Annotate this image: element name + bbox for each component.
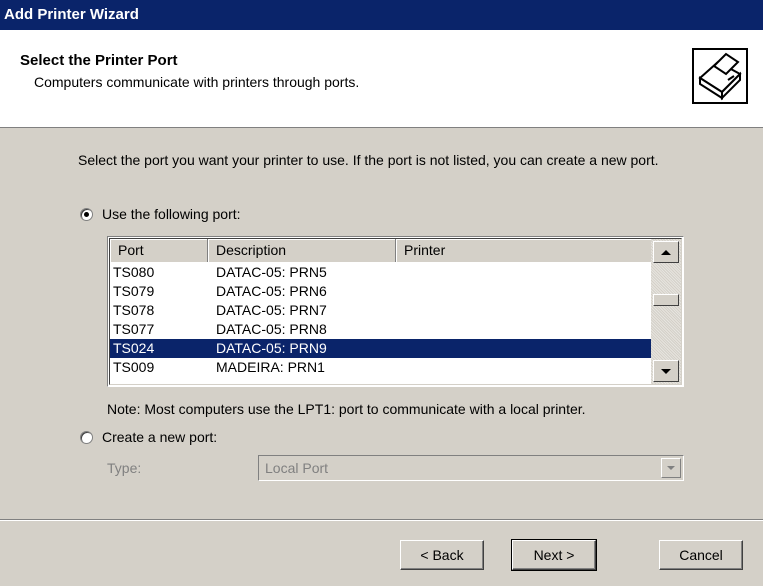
port-cell: TS080 bbox=[113, 264, 155, 280]
column-header-description[interactable]: Description bbox=[208, 239, 396, 262]
title-bar: Add Printer Wizard bbox=[0, 0, 763, 30]
description-cell: DATAC-05: PRN5 bbox=[216, 264, 327, 280]
printer-cell bbox=[396, 358, 652, 377]
printer-cell bbox=[396, 301, 652, 320]
table-row[interactable]: TS080 DATAC-05: PRN5 bbox=[110, 263, 652, 282]
use-port-radio[interactable] bbox=[80, 207, 93, 221]
back-button[interactable]: < Back bbox=[400, 540, 484, 570]
port-list-header: Port Description Printer bbox=[110, 239, 652, 262]
printer-cell bbox=[396, 263, 652, 282]
port-type-select[interactable]: Local Port bbox=[258, 455, 684, 481]
port-list-rows: TS080 DATAC-05: PRN5 TS079 DATAC-05: PRN… bbox=[110, 263, 652, 377]
dropdown-button[interactable] bbox=[661, 458, 681, 478]
port-type-value: Local Port bbox=[265, 460, 329, 476]
printer-cell bbox=[396, 282, 652, 301]
use-following-port-option[interactable]: Use the following port: bbox=[80, 206, 241, 222]
table-row[interactable]: TS009 MADEIRA: PRN1 bbox=[110, 358, 652, 377]
printer-icon bbox=[692, 48, 748, 104]
table-row[interactable]: TS079 DATAC-05: PRN6 bbox=[110, 282, 652, 301]
next-button[interactable]: Next > bbox=[511, 539, 597, 571]
arrow-down-icon bbox=[661, 368, 671, 374]
port-cell: TS079 bbox=[113, 283, 155, 299]
description-cell: DATAC-05: PRN6 bbox=[216, 283, 327, 299]
table-row-selected[interactable]: TS024 DATAC-05: PRN9 bbox=[110, 339, 652, 358]
page-subtitle: Computers communicate with printers thro… bbox=[34, 74, 360, 90]
create-port-label[interactable]: Create a new port: bbox=[102, 429, 217, 445]
scrollbar-thumb[interactable] bbox=[653, 294, 679, 306]
wizard-content: Select the port you want your printer to… bbox=[0, 129, 763, 507]
description-cell: DATAC-05: PRN9 bbox=[216, 340, 327, 356]
use-port-label[interactable]: Use the following port: bbox=[102, 206, 241, 222]
scroll-up-button[interactable] bbox=[653, 241, 679, 263]
column-header-port[interactable]: Port bbox=[110, 239, 208, 262]
port-cell: TS024 bbox=[113, 340, 155, 356]
port-cell: TS009 bbox=[113, 359, 155, 375]
wizard-header: Select the Printer Port Computers commun… bbox=[0, 30, 763, 128]
port-list[interactable]: Port Description Printer TS080 DATAC-05:… bbox=[107, 236, 684, 387]
printer-cell bbox=[396, 320, 652, 339]
window-title: Add Printer Wizard bbox=[4, 6, 139, 23]
type-label: Type: bbox=[107, 460, 142, 476]
column-header-printer[interactable]: Printer bbox=[396, 239, 652, 262]
page-title: Select the Printer Port bbox=[20, 52, 178, 69]
footer-divider bbox=[0, 519, 763, 521]
description-cell: DATAC-05: PRN7 bbox=[216, 302, 327, 318]
table-row[interactable]: TS078 DATAC-05: PRN7 bbox=[110, 301, 652, 320]
description-cell: DATAC-05: PRN8 bbox=[216, 321, 327, 337]
port-cell: TS077 bbox=[113, 321, 155, 337]
table-row[interactable]: TS077 DATAC-05: PRN8 bbox=[110, 320, 652, 339]
note-text: Note: Most computers use the LPT1: port … bbox=[107, 401, 586, 417]
description-cell: MADEIRA: PRN1 bbox=[216, 359, 325, 375]
create-new-port-option[interactable]: Create a new port: bbox=[80, 429, 217, 445]
arrow-up-icon bbox=[661, 249, 671, 255]
port-cell: TS078 bbox=[113, 302, 155, 318]
intro-text: Select the port you want your printer to… bbox=[78, 152, 659, 168]
create-port-radio[interactable] bbox=[80, 430, 93, 444]
port-list-frame: Port Description Printer TS080 DATAC-05:… bbox=[109, 238, 682, 385]
chevron-down-icon bbox=[667, 466, 675, 470]
cancel-button[interactable]: Cancel bbox=[659, 540, 743, 570]
scroll-down-button[interactable] bbox=[653, 360, 679, 382]
printer-cell bbox=[396, 339, 652, 358]
port-list-scrollbar[interactable] bbox=[651, 239, 681, 384]
